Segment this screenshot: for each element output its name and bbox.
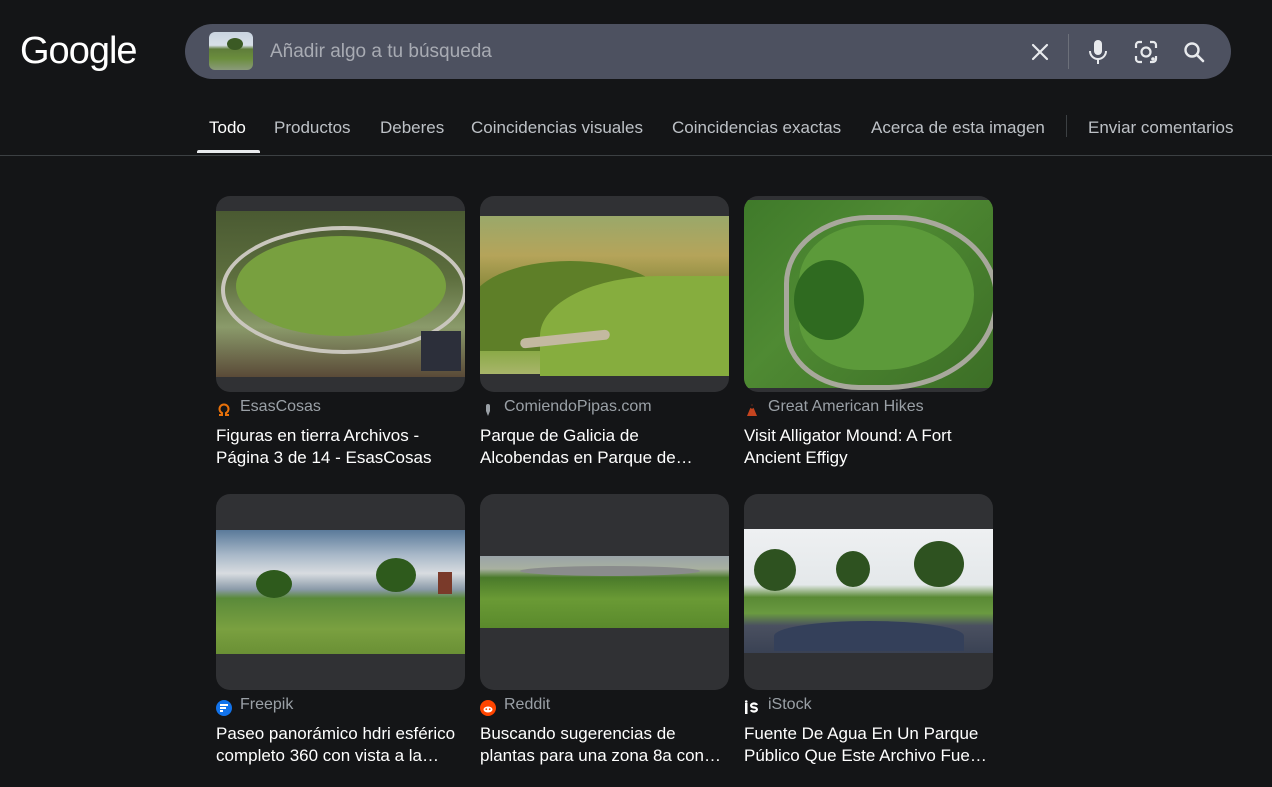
result-thumbnail[interactable]	[744, 196, 993, 392]
tab-acerca-de-esta-imagen[interactable]: Acerca de esta imagen	[871, 118, 1045, 138]
istock-icon	[744, 700, 759, 714]
tab-deberes[interactable]: Deberes	[380, 118, 444, 138]
pin-icon	[486, 404, 490, 416]
result-image[interactable]	[480, 216, 729, 376]
result-thumbnail[interactable]	[216, 494, 465, 690]
image-fountain	[774, 621, 964, 651]
reddit-icon	[480, 700, 496, 716]
result-thumbnail[interactable]	[744, 494, 993, 690]
result-source[interactable]: iStock	[744, 696, 993, 716]
search-input[interactable]	[268, 38, 972, 66]
image-tree	[754, 549, 796, 591]
image-tree	[914, 541, 964, 587]
source-name: Freepik	[240, 696, 294, 713]
image-house	[421, 331, 461, 371]
result-title[interactable]: Fuente De Agua En Un Parque Público Que …	[744, 723, 993, 767]
omega-icon	[218, 403, 230, 416]
result-image[interactable]	[744, 529, 993, 653]
image-mound	[236, 236, 446, 336]
search-icon[interactable]	[1179, 37, 1209, 67]
source-name: ComiendoPipas.com	[504, 398, 652, 415]
result-title[interactable]: Buscando sugerencias de plantas para una…	[480, 723, 729, 767]
image-tree	[376, 558, 416, 592]
image-trees	[794, 260, 864, 340]
result-source[interactable]: Great American Hikes	[744, 398, 993, 418]
send-feedback-link[interactable]: Enviar comentarios	[1088, 118, 1234, 138]
image-road	[520, 566, 700, 576]
clear-icon[interactable]	[1025, 37, 1055, 67]
result-thumbnail[interactable]	[480, 196, 729, 392]
search-image-thumbnail[interactable]	[209, 32, 253, 70]
result-source[interactable]: ComiendoPipas.com	[480, 398, 729, 418]
result-title[interactable]: Figuras en tierra Archivos - Página 3 de…	[216, 425, 465, 469]
image-building	[438, 572, 452, 594]
result-title[interactable]: Visit Alligator Mound: A Fort Ancient Ef…	[744, 425, 993, 469]
result-source[interactable]: EsasCosas	[216, 398, 465, 418]
active-tab-indicator	[197, 150, 260, 153]
tab-coincidencias-exactas[interactable]: Coincidencias exactas	[672, 118, 841, 138]
thumbnail-tree-shape	[227, 38, 243, 50]
image-tree	[836, 551, 870, 587]
result-title[interactable]: Parque de Galicia de Alcobendas en Parqu…	[480, 425, 729, 469]
microphone-icon[interactable]	[1083, 37, 1113, 67]
source-name: EsasCosas	[240, 398, 321, 415]
tab-todo[interactable]: Todo	[209, 118, 246, 138]
tab-coincidencias-visuales[interactable]: Coincidencias visuales	[471, 118, 643, 138]
hiker-icon	[747, 404, 757, 416]
result-thumbnail[interactable]	[480, 494, 729, 690]
result-thumbnail[interactable]	[216, 196, 465, 392]
result-source[interactable]: Freepik	[216, 696, 465, 716]
search-tabs: Todo Productos Deberes Coincidencias vis…	[0, 100, 1272, 156]
result-title[interactable]: Paseo panorámico hdri esférico completo …	[216, 723, 465, 767]
source-name: Reddit	[504, 696, 551, 713]
image-tree	[256, 570, 292, 598]
header: Google	[0, 0, 1272, 100]
search-bar-divider	[1068, 34, 1069, 69]
freepik-icon	[216, 700, 232, 716]
tabs-divider	[1066, 115, 1067, 137]
lens-icon[interactable]	[1131, 37, 1161, 67]
source-name: Great American Hikes	[768, 398, 924, 415]
google-logo[interactable]: Google	[20, 30, 138, 73]
result-image[interactable]	[216, 211, 465, 377]
search-bar[interactable]	[185, 24, 1231, 79]
result-image[interactable]	[480, 556, 729, 628]
source-name: iStock	[768, 696, 812, 713]
tab-productos[interactable]: Productos	[274, 118, 351, 138]
result-image[interactable]	[744, 200, 993, 390]
result-source[interactable]: Reddit	[480, 696, 729, 716]
result-image[interactable]	[216, 530, 465, 654]
